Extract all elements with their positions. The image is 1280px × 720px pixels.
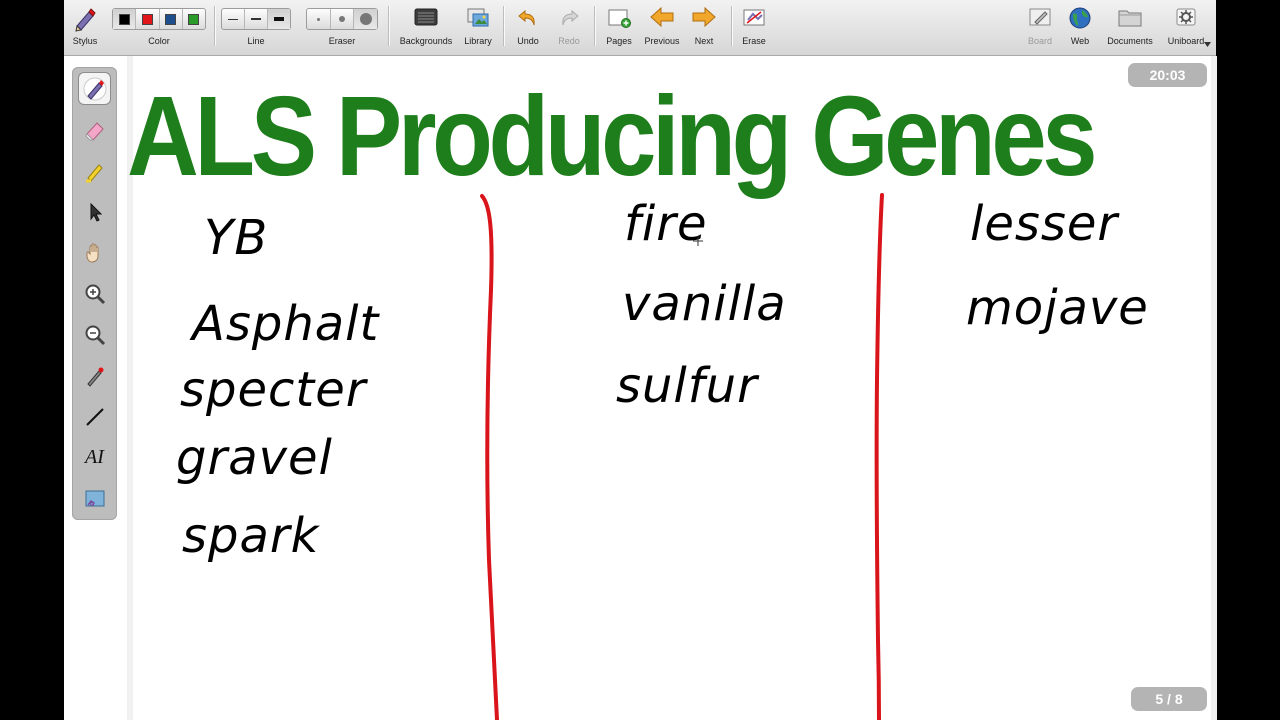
marker-icon — [85, 163, 103, 182]
red-divider-right — [874, 193, 884, 720]
zoom-in-icon — [85, 284, 105, 304]
ink-word: gravel — [176, 430, 333, 486]
zoom-in-tool[interactable] — [79, 278, 110, 309]
ink-word: spark — [182, 508, 320, 564]
ink-word: vanilla — [622, 276, 787, 332]
ink-word: Asphalt — [192, 296, 380, 352]
ink-word: mojave — [966, 280, 1149, 336]
zoom-out-tool[interactable] — [79, 319, 110, 350]
pen-icon — [83, 77, 106, 100]
ink-word: sulfur — [616, 358, 758, 414]
hand-tool[interactable] — [79, 237, 110, 268]
page-indicator: 5 / 8 — [1131, 687, 1207, 711]
line-icon — [85, 407, 104, 426]
red-divider-left — [480, 194, 499, 720]
zoom-out-icon — [85, 325, 105, 345]
eraser-icon — [84, 121, 104, 141]
laser-pointer-icon — [86, 367, 103, 387]
text-tool[interactable]: AI — [79, 442, 110, 473]
capture-tool[interactable] — [79, 483, 110, 514]
ink-word: lesser — [970, 196, 1119, 252]
selector-tool[interactable] — [79, 196, 110, 227]
text-icon: AI — [85, 446, 104, 468]
marker-tool[interactable] — [79, 155, 110, 186]
capture-icon — [85, 490, 104, 506]
eraser-tool[interactable] — [79, 114, 110, 145]
session-clock: 20:03 — [1128, 63, 1207, 87]
hand-icon — [86, 242, 98, 263]
line-tool[interactable] — [79, 401, 110, 432]
pen-tool[interactable] — [79, 73, 110, 104]
crosshair-cursor-icon — [693, 236, 703, 246]
laser-pointer-tool[interactable] — [79, 360, 110, 391]
ink-word: specter — [180, 362, 367, 418]
selector-icon — [90, 202, 102, 222]
ink-word: YB — [204, 210, 269, 266]
tool-palette: AI — [72, 67, 117, 520]
